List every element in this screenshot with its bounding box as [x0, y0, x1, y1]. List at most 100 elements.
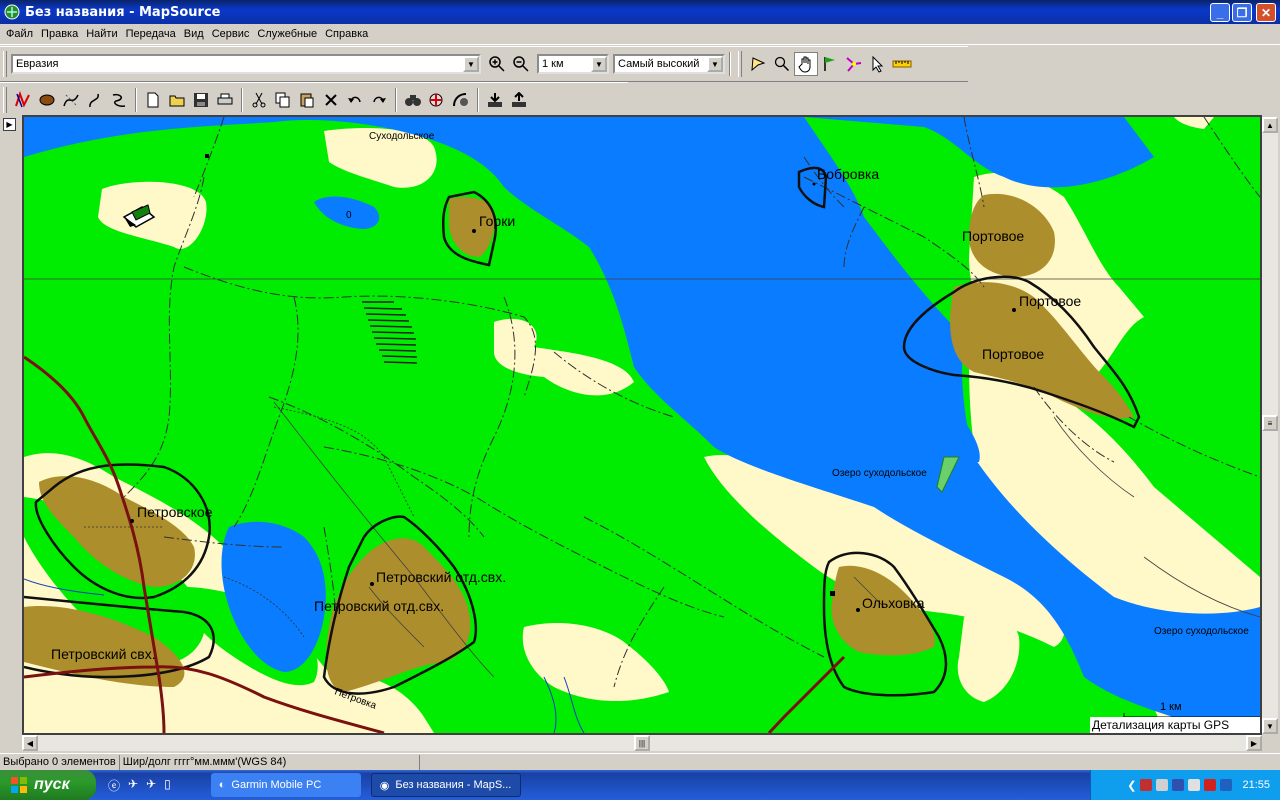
task-mapsource[interactable]: ◉ Без названия - MapS... — [370, 773, 521, 797]
find-nearby-icon[interactable] — [449, 88, 473, 112]
status-selection: Выбрано 0 элементов — [0, 754, 120, 770]
receive-from-device-icon[interactable] — [483, 88, 507, 112]
windows-logo-icon — [11, 777, 27, 793]
scale-select[interactable]: 1 км ▼ — [537, 54, 609, 74]
label-portovoe-1: Портовое — [962, 228, 1024, 244]
zoom-out-icon[interactable] — [509, 52, 533, 76]
label-petrovsky-otd-1: Петровский отд.свх. — [376, 569, 506, 585]
quicklaunch-phone-icon[interactable]: ▯ — [164, 777, 171, 794]
close-button[interactable]: ✕ — [1256, 3, 1276, 22]
detail-select[interactable]: Самый высокий ▼ — [613, 54, 725, 74]
scale-bar-label: 1 км — [1160, 701, 1182, 713]
map-tool-icon[interactable] — [746, 52, 770, 76]
menu-help[interactable]: Справка — [321, 28, 372, 40]
find-icon[interactable] — [401, 88, 425, 112]
left-panel-strip: ▶ — [0, 115, 22, 753]
track-draw-icon[interactable] — [107, 88, 131, 112]
waypoint-tool-icon[interactable] — [818, 52, 842, 76]
map-canvas[interactable]: Суходольское Бобровка Горки Портовое Пор… — [24, 117, 1260, 733]
menu-utilities[interactable]: Служебные — [253, 28, 321, 40]
menu-file[interactable]: Файл — [2, 28, 37, 40]
chevron-down-icon[interactable]: ▼ — [707, 56, 723, 72]
menu-view[interactable]: Вид — [180, 28, 208, 40]
label-portovoe-2: Портовое — [1019, 293, 1081, 309]
track-layer-icon[interactable] — [35, 88, 59, 112]
expand-panel-button[interactable]: ▶ — [3, 118, 16, 131]
menu-find[interactable]: Найти — [82, 28, 121, 40]
map-product-select[interactable]: Евразия ▼ — [11, 54, 481, 74]
scroll-up-button[interactable]: ▲ — [1262, 117, 1278, 133]
toolbar-separator — [729, 52, 731, 76]
scroll-left-button[interactable]: ◀ — [22, 735, 38, 751]
chevron-down-icon[interactable]: ▼ — [463, 56, 479, 72]
scale-value: 1 км — [542, 58, 564, 70]
copy-icon[interactable] — [271, 88, 295, 112]
toolbar-grip[interactable] — [3, 51, 7, 77]
paste-icon[interactable] — [295, 88, 319, 112]
task-label: Garmin Mobile PC — [231, 779, 322, 791]
tray-device-icon[interactable] — [1172, 779, 1185, 791]
status-bar: Выбрано 0 элементов Шир/долг гггг°мм.ммм… — [0, 753, 1280, 770]
delete-icon[interactable] — [319, 88, 343, 112]
clock[interactable]: 21:55 — [1242, 779, 1270, 791]
wp-layer-icon[interactable] — [59, 88, 83, 112]
tray-antivirus-icon[interactable] — [1140, 779, 1153, 791]
route-layer-icon[interactable] — [83, 88, 107, 112]
scroll-right-button[interactable]: ▶ — [1246, 735, 1262, 751]
hand-tool-icon[interactable] — [794, 52, 818, 76]
detail-caption: Детализация карты GPS — [1092, 718, 1229, 732]
save-icon[interactable] — [189, 88, 213, 112]
toolbar-separator — [241, 88, 243, 112]
vertical-scroll-thumb[interactable]: ≡ — [1262, 415, 1278, 431]
ie-icon[interactable]: ⓔ — [108, 777, 120, 794]
start-button[interactable]: пуск — [0, 770, 96, 800]
quicklaunch-app-icon[interactable]: ✈ — [128, 777, 138, 794]
cut-icon[interactable] — [247, 88, 271, 112]
vertical-scrollbar[interactable]: ▲ ≡ ▼ — [1262, 117, 1278, 734]
zoom-in-icon[interactable] — [485, 52, 509, 76]
tray-app-icon[interactable] — [1204, 779, 1217, 791]
status-coords-format: Шир/долг гггг°мм.ммм'(WGS 84) — [120, 754, 420, 770]
map-view[interactable]: Суходольское Бобровка Горки Портовое Пор… — [22, 115, 1262, 735]
chevron-down-icon[interactable]: ▼ — [591, 56, 607, 72]
scroll-down-button[interactable]: ▼ — [1262, 718, 1278, 734]
open-folder-icon[interactable] — [165, 88, 189, 112]
select-tool-icon[interactable] — [866, 52, 890, 76]
toolbar-grip[interactable] — [3, 87, 7, 113]
horizontal-scroll-thumb[interactable]: ||| — [634, 735, 650, 751]
menu-bar: Файл Правка Найти Передача Вид Сервис Сл… — [0, 24, 1280, 45]
detail-value: Самый высокий — [618, 58, 700, 70]
label-petrovsky-svh: Петровский свх. — [51, 646, 156, 662]
quicklaunch-app2-icon[interactable]: ✈ — [146, 777, 156, 794]
mapsource-icon: ◉ — [379, 779, 390, 792]
menu-service[interactable]: Сервис — [208, 28, 254, 40]
send-to-device-icon[interactable] — [507, 88, 531, 112]
zoom-tool-icon[interactable] — [770, 52, 794, 76]
map-layer-icon[interactable] — [11, 88, 35, 112]
minimize-button[interactable]: _ — [1210, 3, 1230, 22]
label-bobrovka: Бобровка — [817, 166, 879, 182]
measure-tool-icon[interactable] — [890, 52, 914, 76]
task-garmin-mobile-pc[interactable]: ◐ Garmin Mobile PC — [210, 773, 361, 797]
label-pond-zero: 0 — [346, 210, 352, 221]
main-toolbar — [0, 82, 628, 118]
menu-transfer[interactable]: Передача — [122, 28, 180, 40]
new-file-icon[interactable] — [141, 88, 165, 112]
label-portovoe-3: Портовое — [982, 346, 1044, 362]
undo-icon[interactable] — [343, 88, 367, 112]
toolbar-grip[interactable] — [738, 51, 742, 77]
task-label: Без названия - MapS... — [395, 779, 512, 791]
redo-icon[interactable] — [367, 88, 391, 112]
print-icon[interactable] — [213, 88, 237, 112]
find-places-icon[interactable] — [425, 88, 449, 112]
tray-volume-icon[interactable] — [1188, 779, 1201, 791]
tray-network-icon[interactable] — [1156, 779, 1169, 791]
tray-language-icon[interactable] — [1220, 779, 1233, 791]
maximize-button[interactable]: ❐ — [1232, 3, 1252, 22]
mapsource-app-icon — [4, 4, 20, 20]
route-tool-icon[interactable] — [842, 52, 866, 76]
menu-edit[interactable]: Правка — [37, 28, 82, 40]
toolbar-separator — [477, 88, 479, 112]
horizontal-scrollbar[interactable]: ◀ ||| ▶ — [22, 735, 1262, 751]
tray-expand-icon[interactable]: ❮ — [1127, 779, 1136, 792]
